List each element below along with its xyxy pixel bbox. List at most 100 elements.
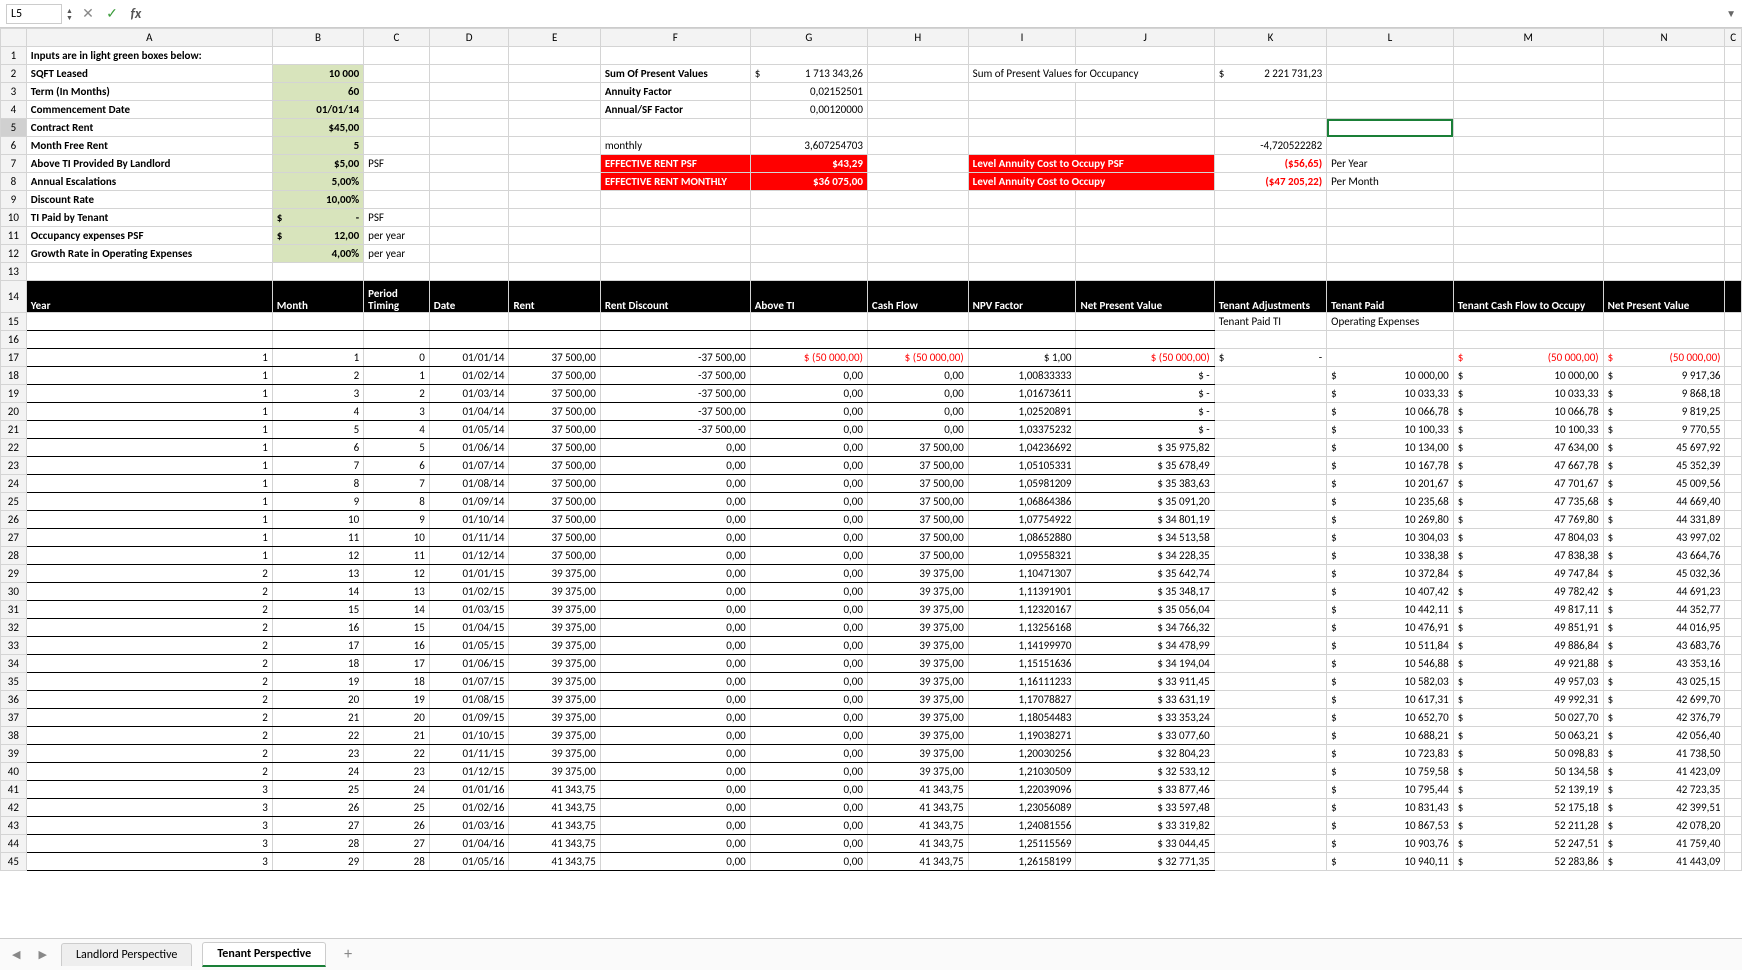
cell[interactable]: $ 32 771,35 bbox=[1076, 853, 1214, 871]
cell[interactable]: $47 769,80 bbox=[1453, 511, 1603, 529]
cell[interactable]: $10 338,38 bbox=[1327, 547, 1454, 565]
row-header[interactable]: 21 bbox=[1, 421, 27, 439]
cell[interactable]: 17 bbox=[364, 655, 430, 673]
cell[interactable]: $1 713 343,26 bbox=[750, 65, 867, 83]
cell[interactable]: 8 bbox=[272, 475, 363, 493]
cell[interactable]: 0,00 bbox=[750, 637, 867, 655]
cell[interactable]: $ 35 975,82 bbox=[1076, 439, 1214, 457]
cell[interactable]: 41 343,75 bbox=[867, 799, 968, 817]
cell[interactable] bbox=[1214, 493, 1326, 511]
cell[interactable]: 01/05/14 bbox=[429, 421, 509, 439]
row-header[interactable]: 35 bbox=[1, 673, 27, 691]
col-L[interactable]: L bbox=[1327, 29, 1454, 47]
cell[interactable]: 1,13256168 bbox=[968, 619, 1076, 637]
cell[interactable]: 37 500,00 bbox=[509, 349, 600, 367]
cell[interactable]: $ 33 077,60 bbox=[1076, 727, 1214, 745]
cell[interactable]: 20 bbox=[364, 709, 430, 727]
cell[interactable] bbox=[1214, 709, 1326, 727]
cell[interactable]: 39 375,00 bbox=[867, 727, 968, 745]
cell[interactable]: $10 723,83 bbox=[1327, 745, 1454, 763]
cell[interactable]: 39 375,00 bbox=[867, 745, 968, 763]
cell[interactable]: 25 bbox=[272, 781, 363, 799]
row-header[interactable]: 37 bbox=[1, 709, 27, 727]
cell[interactable]: $52 211,28 bbox=[1453, 817, 1603, 835]
cell[interactable]: $- bbox=[272, 209, 363, 227]
cell[interactable]: 2 bbox=[26, 709, 272, 727]
cell[interactable]: 1,04236692 bbox=[968, 439, 1076, 457]
row-header[interactable]: 33 bbox=[1, 637, 27, 655]
cell[interactable]: per year bbox=[364, 227, 430, 245]
cell[interactable]: $45,00 bbox=[272, 119, 363, 137]
cell[interactable] bbox=[1214, 817, 1326, 835]
cell[interactable]: $ 33 319,82 bbox=[1076, 817, 1214, 835]
cell[interactable]: Growth Rate in Operating Expenses bbox=[26, 245, 272, 263]
cell[interactable]: $42 399,51 bbox=[1603, 799, 1725, 817]
cell[interactable]: $52 139,19 bbox=[1453, 781, 1603, 799]
cell[interactable]: 0,00 bbox=[750, 511, 867, 529]
cell[interactable]: $10 033,33 bbox=[1453, 385, 1603, 403]
cell[interactable]: 01/09/15 bbox=[429, 709, 509, 727]
cell[interactable]: $44 352,77 bbox=[1603, 601, 1725, 619]
cell[interactable]: $43 997,02 bbox=[1603, 529, 1725, 547]
cell[interactable]: 0,00 bbox=[750, 799, 867, 817]
cell[interactable]: 1 bbox=[26, 403, 272, 421]
cell[interactable] bbox=[1214, 529, 1326, 547]
row-header[interactable]: 4 bbox=[1, 101, 27, 119]
cell[interactable]: Month Free Rent bbox=[26, 137, 272, 155]
cell[interactable]: 14 bbox=[272, 583, 363, 601]
cell[interactable]: $47 701,67 bbox=[1453, 475, 1603, 493]
cell[interactable]: 11 bbox=[272, 529, 363, 547]
cell[interactable]: 0,00 bbox=[750, 457, 867, 475]
cell[interactable]: 0,00 bbox=[750, 529, 867, 547]
cell[interactable]: 0,00 bbox=[600, 475, 750, 493]
cell[interactable]: 6 bbox=[272, 439, 363, 457]
cell[interactable]: 1 bbox=[26, 475, 272, 493]
cell[interactable]: 0,00 bbox=[750, 781, 867, 799]
cell[interactable]: 0,00 bbox=[750, 421, 867, 439]
cell[interactable]: PSF bbox=[364, 209, 430, 227]
cell[interactable]: ($56,65) bbox=[1214, 155, 1326, 173]
cell[interactable]: $10 304,03 bbox=[1327, 529, 1454, 547]
cell[interactable]: Level Annuity Cost to Occupy bbox=[968, 173, 1214, 191]
cell[interactable]: -37 500,00 bbox=[600, 421, 750, 439]
cell[interactable]: 10 bbox=[364, 529, 430, 547]
cell[interactable]: $ - bbox=[1076, 403, 1214, 421]
cell[interactable]: 39 375,00 bbox=[867, 637, 968, 655]
cell[interactable]: 37 500,00 bbox=[509, 421, 600, 439]
cell[interactable] bbox=[1214, 781, 1326, 799]
cell[interactable]: $12,00 bbox=[272, 227, 363, 245]
cell[interactable]: 3 bbox=[272, 385, 363, 403]
cell[interactable]: 12 bbox=[272, 547, 363, 565]
col-N[interactable]: N bbox=[1603, 29, 1725, 47]
cell[interactable] bbox=[1214, 565, 1326, 583]
cell[interactable]: $10 442,11 bbox=[1327, 601, 1454, 619]
cell[interactable]: 41 343,75 bbox=[509, 799, 600, 817]
cell[interactable] bbox=[1214, 727, 1326, 745]
cell[interactable]: 0,00 bbox=[750, 745, 867, 763]
cell[interactable] bbox=[1214, 421, 1326, 439]
cell[interactable]: Annuity Factor bbox=[600, 83, 750, 101]
row-header[interactable]: 43 bbox=[1, 817, 27, 835]
row-header[interactable]: 32 bbox=[1, 619, 27, 637]
cell[interactable]: $10 033,33 bbox=[1327, 385, 1454, 403]
cell[interactable]: 22 bbox=[272, 727, 363, 745]
row-header[interactable]: 39 bbox=[1, 745, 27, 763]
cell[interactable] bbox=[1214, 655, 1326, 673]
cell[interactable]: 01/04/14 bbox=[429, 403, 509, 421]
cell[interactable]: 2 bbox=[26, 565, 272, 583]
cell[interactable]: $43 025,15 bbox=[1603, 673, 1725, 691]
cell[interactable]: 2 bbox=[26, 691, 272, 709]
cell[interactable]: 01/04/15 bbox=[429, 619, 509, 637]
row-header[interactable]: 16 bbox=[1, 331, 27, 349]
cell[interactable]: 1,10471307 bbox=[968, 565, 1076, 583]
accept-icon[interactable]: ✓ bbox=[103, 5, 121, 22]
cell[interactable]: EFFECTIVE RENT MONTHLY bbox=[600, 173, 750, 191]
cell[interactable]: 41 343,75 bbox=[867, 781, 968, 799]
cell[interactable]: Sum Of Present Values bbox=[600, 65, 750, 83]
cell[interactable]: 1,03375232 bbox=[968, 421, 1076, 439]
cell[interactable]: 6 bbox=[364, 457, 430, 475]
cell[interactable]: $10 795,44 bbox=[1327, 781, 1454, 799]
table-header[interactable]: Period Timing bbox=[364, 281, 430, 313]
cell[interactable]: 0,00 bbox=[600, 547, 750, 565]
cell[interactable]: 1,07754922 bbox=[968, 511, 1076, 529]
